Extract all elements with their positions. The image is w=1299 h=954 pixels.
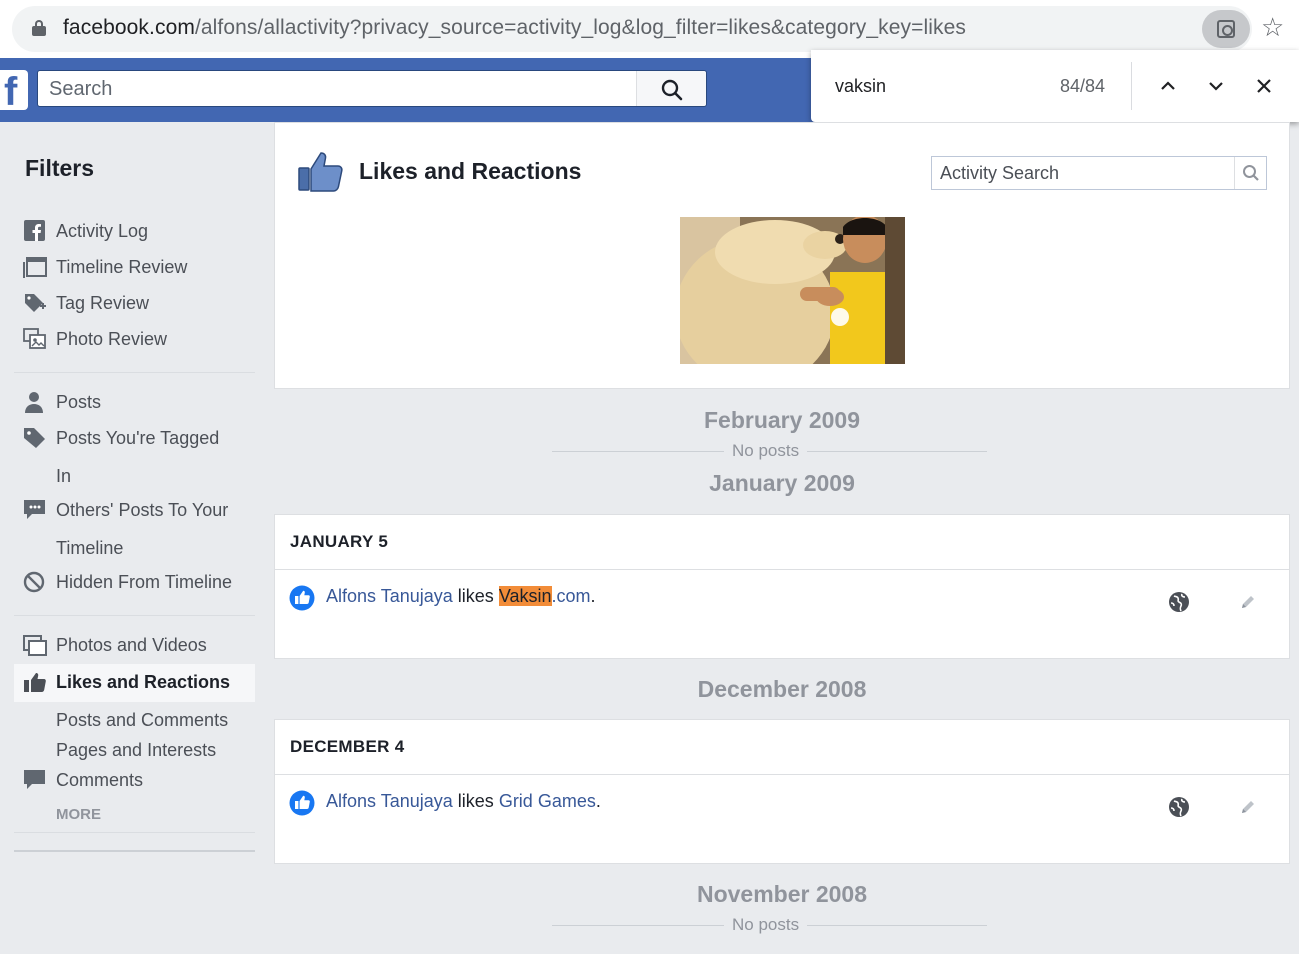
- like-reaction-icon: [289, 585, 315, 611]
- day-heading: JANUARY 5: [290, 532, 389, 551]
- pencil-edit-icon[interactable]: [1239, 593, 1257, 611]
- sidebar-divider: [14, 832, 255, 833]
- month-heading-nov-2008: November 2008: [696, 881, 868, 907]
- activity-search-input[interactable]: Activity Search: [931, 156, 1267, 190]
- month-heading-dec-2008: December 2008: [697, 676, 867, 702]
- liked-photo[interactable]: [680, 217, 905, 364]
- sidebar-subitem-posts-comments[interactable]: Posts and Comments: [56, 710, 228, 731]
- activity-entry: Alfons Tanujaya likes Grid Games.: [326, 791, 601, 811]
- find-divider: [1131, 62, 1132, 110]
- month-heading-jan-2009: January 2009: [709, 470, 855, 496]
- sidebar-divider: [14, 615, 255, 616]
- chevron-down-icon: [1209, 82, 1223, 91]
- filters-title: Filters: [25, 155, 95, 181]
- filters-sidebar: Filters Activity Log Timeline Review Tag…: [0, 122, 270, 954]
- speech-bubble-icon: [24, 500, 45, 519]
- search-placeholder: Search: [49, 78, 113, 100]
- hidden-icon: [23, 571, 45, 593]
- tag-icon: [24, 428, 45, 448]
- page-link[interactable]: Vaksin.com: [498, 586, 591, 606]
- page-link[interactable]: Grid Games: [499, 791, 596, 811]
- facebook-square-icon: [24, 220, 45, 241]
- day-heading: DECEMBER 4: [290, 737, 405, 756]
- activity-search-placeholder: Activity Search: [940, 163, 1060, 183]
- close-icon: [1257, 79, 1271, 93]
- sidebar-divider: [14, 372, 255, 373]
- no-posts-feb-2009: No posts: [552, 441, 987, 461]
- like-reaction-icon: [289, 790, 315, 816]
- sidebar-subitem-pages-interests[interactable]: Pages and Interests: [56, 740, 216, 761]
- find-previous-button[interactable]: [1154, 72, 1182, 100]
- month-heading-feb-2009: February 2009: [704, 407, 860, 433]
- search-icon: [1243, 165, 1259, 181]
- activity-card-dec-4: DECEMBER 4 Alfons Tanujaya likes Grid Ga…: [274, 719, 1290, 856]
- bookmark-star-icon[interactable]: ☆: [1261, 14, 1284, 40]
- chevron-up-icon: [1161, 81, 1175, 90]
- pencil-edit-icon[interactable]: [1239, 798, 1257, 816]
- sidebar-item-posts-tagged-line2[interactable]: In: [56, 466, 71, 487]
- find-bar: vaksin 84/84: [811, 50, 1299, 122]
- page-title: Likes and Reactions: [359, 158, 582, 184]
- sidebar-item-others-posts-line2[interactable]: Timeline: [56, 538, 123, 559]
- find-highlight: Vaksin: [498, 586, 552, 606]
- activity-card-jan-5: JANUARY 5 Alfons Tanujaya likes Vaksin.c…: [274, 514, 1290, 651]
- find-match-count: 84/84: [1060, 76, 1106, 96]
- timeline-review-icon: [23, 257, 47, 278]
- actor-link[interactable]: Alfons Tanujaya: [326, 586, 453, 606]
- card-stack-edge: [274, 380, 1290, 389]
- comment-icon: [24, 770, 45, 789]
- thumbs-up-icon: [24, 673, 46, 692]
- find-input[interactable]: vaksin: [835, 76, 886, 97]
- url-text[interactable]: facebook.com/alfons/allactivity?privacy_…: [63, 16, 966, 40]
- tag-review-icon: [25, 294, 46, 312]
- search-icon: [661, 79, 683, 101]
- photos-icon: [23, 635, 47, 656]
- no-posts-nov-2008: No posts: [552, 915, 987, 935]
- photo-activity-card: [274, 217, 1290, 381]
- sidebar-divider: [14, 850, 255, 852]
- card-divider: [275, 774, 1289, 775]
- activity-search-button[interactable]: [1234, 157, 1266, 189]
- find-close-button[interactable]: [1250, 72, 1278, 100]
- card-divider: [275, 569, 1289, 570]
- find-in-page-icon[interactable]: [1202, 10, 1250, 48]
- globe-icon[interactable]: [1168, 796, 1190, 818]
- card-stack-edge: [274, 855, 1290, 864]
- facebook-logo[interactable]: f: [0, 70, 28, 110]
- facebook-search-input[interactable]: Search: [37, 70, 707, 107]
- activity-entry: Alfons Tanujaya likes Vaksin.com.: [326, 586, 596, 606]
- search-button[interactable]: [636, 71, 706, 106]
- find-next-button[interactable]: [1202, 72, 1230, 100]
- actor-link[interactable]: Alfons Tanujaya: [326, 791, 453, 811]
- card-stack-edge: [274, 650, 1290, 659]
- sidebar-more-link[interactable]: MORE: [56, 806, 101, 823]
- likes-header-card: Likes and Reactions Activity Search: [274, 122, 1290, 218]
- photo-review-icon: [23, 328, 46, 349]
- person-icon: [25, 392, 43, 413]
- thumbs-up-large-icon: [298, 152, 343, 192]
- lock-icon[interactable]: [32, 20, 46, 36]
- globe-icon[interactable]: [1168, 591, 1190, 613]
